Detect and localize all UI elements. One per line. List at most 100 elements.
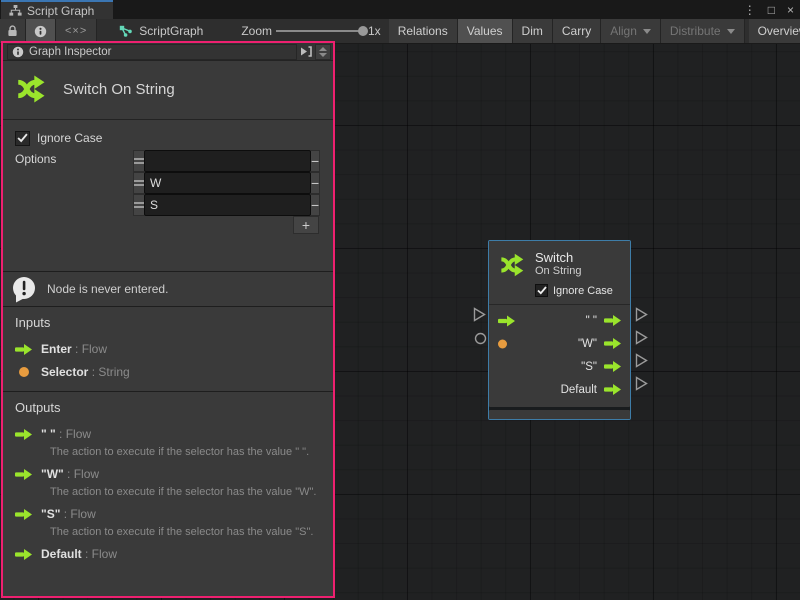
port-type: : Flow <box>56 427 91 441</box>
flow-arrow-icon <box>15 429 32 440</box>
option-value-input[interactable] <box>144 172 311 194</box>
inspector-title: Graph Inspector <box>29 46 111 58</box>
lock-icon <box>7 25 18 37</box>
port-type: : String <box>88 365 129 379</box>
option-row: − <box>133 194 319 216</box>
inspector-toggle-button[interactable] <box>26 19 56 43</box>
titlebar: Script Graph ⋮ □ × <box>0 0 800 19</box>
remove-option-button[interactable]: − <box>311 194 320 216</box>
port-label: "W" <box>578 338 597 350</box>
port-description: The action to execute if the selector ha… <box>50 486 321 498</box>
port-name: Enter <box>41 342 72 356</box>
node-output-connector-2[interactable] <box>635 330 648 350</box>
port-type: : Flow <box>64 467 99 481</box>
remove-option-button[interactable]: − <box>311 172 320 194</box>
node-subtitle: On String <box>535 265 581 278</box>
outputs-section: Outputs " " : Flow The action to execute… <box>3 391 333 575</box>
add-option-button[interactable]: + <box>293 216 319 234</box>
ignore-case-checkbox[interactable] <box>15 131 30 146</box>
lock-button[interactable] <box>0 19 26 43</box>
zoom-control: Zoom 1x <box>233 19 388 43</box>
flow-out-port[interactable] <box>604 315 621 326</box>
switch-on-string-node[interactable]: Switch On String Ignore Case <box>488 240 631 420</box>
node-title: Switch <box>535 250 581 265</box>
tab-script-graph[interactable]: Script Graph <box>1 0 113 19</box>
flow-out-port[interactable] <box>604 361 621 372</box>
remove-option-button[interactable]: − <box>311 150 320 172</box>
output-row: "W" : Flow <box>15 464 321 484</box>
zoom-value: 1x <box>368 24 381 38</box>
port-type: : Flow <box>72 342 107 356</box>
inspector-header: Graph Inspector <box>3 43 333 61</box>
chevron-down-icon <box>727 29 735 34</box>
maximize-icon[interactable]: □ <box>768 4 775 16</box>
options-list: − − − + <box>133 150 319 234</box>
node-output-connector-3[interactable] <box>635 353 648 373</box>
zoom-slider[interactable] <box>276 30 364 32</box>
values-button[interactable]: Values <box>458 19 513 43</box>
close-icon[interactable]: × <box>787 4 794 16</box>
distribute-dropdown[interactable]: Distribute <box>661 19 745 43</box>
port-label: Default <box>561 384 597 396</box>
zoom-label: Zoom <box>241 24 272 38</box>
port-description: The action to execute if the selector ha… <box>50 446 321 458</box>
output-row: " " : Flow <box>15 424 321 444</box>
inputs-section: Inputs Enter : Flow Selector : String <box>3 307 333 391</box>
flow-arrow-icon <box>15 344 32 355</box>
node-ignore-case-checkbox[interactable] <box>535 284 548 297</box>
output-row: "S" : Flow <box>15 504 321 524</box>
window-menu-icon[interactable]: ⋮ <box>744 4 756 16</box>
port-name: Selector <box>41 365 88 379</box>
relations-button[interactable]: Relations <box>389 19 458 43</box>
flow-in-port[interactable] <box>498 315 515 326</box>
script-graph-icon <box>119 25 132 37</box>
node-port-row: Default <box>489 378 630 401</box>
drag-handle-icon[interactable] <box>133 194 144 216</box>
value-dot-icon <box>15 367 32 377</box>
window-controls: ⋮ □ × <box>744 0 794 19</box>
variables-icon: <×> <box>65 25 87 37</box>
graph-breadcrumb[interactable]: ScriptGraph <box>111 19 211 43</box>
selector-value-port[interactable] <box>498 339 507 348</box>
port-name: "S" <box>41 507 60 521</box>
dim-button[interactable]: Dim <box>513 19 553 43</box>
node-input-flow-connector[interactable] <box>473 307 486 327</box>
warning-bubble-icon <box>11 276 37 303</box>
port-name: " " <box>41 427 56 441</box>
drag-handle-icon[interactable] <box>133 172 144 194</box>
switch-icon <box>497 250 527 280</box>
port-name: Default <box>41 547 82 561</box>
tab-label: Script Graph <box>27 4 94 18</box>
inputs-section-title: Inputs <box>15 315 321 330</box>
scroll-down-icon <box>319 53 327 57</box>
align-dropdown[interactable]: Align <box>601 19 661 43</box>
node-output-connector-1[interactable] <box>635 307 648 327</box>
node-footer <box>489 410 630 419</box>
flow-arrow-icon <box>15 549 32 560</box>
unity-visual-scripting-window: Script Graph ⋮ □ × <box>0 0 800 600</box>
flow-out-port[interactable] <box>604 338 621 349</box>
port-label: " " <box>586 315 597 327</box>
hierarchy-icon <box>9 5 22 16</box>
option-value-input[interactable] <box>144 150 311 172</box>
flow-out-port[interactable] <box>604 384 621 395</box>
flow-arrow-icon <box>15 469 32 480</box>
graph-name-label: ScriptGraph <box>139 24 203 38</box>
overview-button[interactable]: Overview <box>749 19 800 43</box>
input-row: Enter : Flow <box>15 339 321 359</box>
option-value-input[interactable] <box>144 194 311 216</box>
output-row: Default : Flow <box>15 544 321 564</box>
dock-panel-icon[interactable] <box>297 44 315 60</box>
port-label: "S" <box>581 361 597 373</box>
blackboard-toggle-button[interactable]: <×> <box>56 19 97 43</box>
drag-handle-icon[interactable] <box>133 150 144 172</box>
node-output-connector-4[interactable] <box>635 376 648 396</box>
inspector-header-box: Graph Inspector <box>7 44 297 60</box>
zoom-slider-handle[interactable] <box>358 26 368 36</box>
carry-label: Carry <box>562 24 591 38</box>
node-selector-connector[interactable] <box>474 332 487 350</box>
carry-button[interactable]: Carry <box>553 19 601 43</box>
switch-icon <box>13 71 49 107</box>
port-name: "W" <box>41 467 64 481</box>
panel-scroll-buttons[interactable] <box>315 44 331 60</box>
